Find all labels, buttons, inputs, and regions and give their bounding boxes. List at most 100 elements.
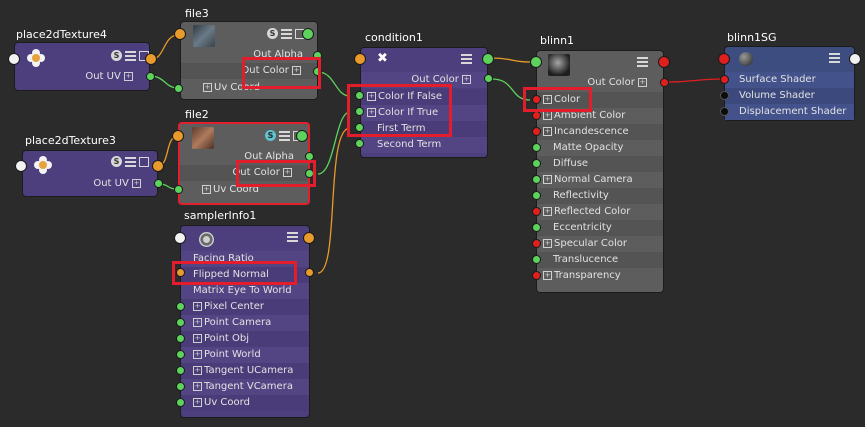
- expand-icon[interactable]: +: [193, 301, 202, 311]
- attribute-list-icon[interactable]: [287, 232, 298, 242]
- plug-samplerInfo1-out[interactable]: [303, 232, 315, 244]
- attr-diffuse[interactable]: Diffuse: [537, 156, 663, 172]
- expand-icon[interactable]: +: [193, 317, 202, 327]
- plug-diffuse[interactable]: [532, 159, 541, 168]
- plug-volume-shader[interactable]: [720, 91, 729, 100]
- plug-place2dTexture3-in[interactable]: [15, 160, 27, 172]
- expand-icon[interactable]: +: [193, 397, 202, 407]
- attr-out-uv[interactable]: Out UV +: [23, 176, 157, 192]
- attr-reflected-color[interactable]: + Reflected Color: [537, 204, 663, 220]
- expand-icon[interactable]: +: [462, 74, 471, 84]
- plug-condition1-out-color[interactable]: [484, 74, 493, 83]
- plug-point-obj[interactable]: [176, 334, 185, 343]
- attr-matte-opacity[interactable]: Matte Opacity: [537, 140, 663, 156]
- plug-place2dTexture3-out[interactable]: [152, 160, 164, 172]
- plug-tangent-ucamera[interactable]: [176, 366, 185, 375]
- plug-blinn1-in[interactable]: [530, 56, 542, 68]
- plug-blinn1-out-color[interactable]: [660, 78, 669, 87]
- attribute-list-icon[interactable]: [461, 54, 472, 64]
- plug-specular-color[interactable]: [532, 239, 541, 248]
- attr-volume-shader[interactable]: Volume Shader: [725, 88, 854, 104]
- plug-reflected-color[interactable]: [532, 207, 541, 216]
- attr-uv-coord[interactable]: + Uv Coord: [181, 395, 309, 411]
- node-place2dTexture4[interactable]: S Out UV +: [14, 42, 150, 91]
- attribute-list-icon[interactable]: [279, 131, 290, 141]
- attribute-list-icon[interactable]: [125, 157, 136, 167]
- attr-pixel-center[interactable]: + Pixel Center: [181, 299, 309, 315]
- plug-reflectivity[interactable]: [532, 191, 541, 200]
- attr-tangent-ucamera[interactable]: + Tangent UCamera: [181, 363, 309, 379]
- plug-translucence[interactable]: [532, 255, 541, 264]
- attr-transparency[interactable]: + Transparency: [537, 268, 663, 284]
- maximize-icon[interactable]: [139, 157, 149, 167]
- plug-blinn1-out[interactable]: [658, 56, 670, 68]
- plug-file2-uv-coord[interactable]: [174, 185, 183, 194]
- plug-file2-out[interactable]: [296, 130, 308, 142]
- node-place2dTexture3[interactable]: S Out UV +: [22, 150, 158, 197]
- node-blinn1SG[interactable]: Surface Shader Volume Shader Displacemen…: [724, 46, 855, 121]
- plug-incandescence[interactable]: [532, 127, 541, 136]
- expand-icon[interactable]: +: [543, 126, 552, 136]
- plug-place2dTexture3-out-uv[interactable]: [154, 179, 163, 188]
- attr-specular-color[interactable]: + Specular Color: [537, 236, 663, 252]
- plug-blinn1SG-in[interactable]: [718, 53, 730, 65]
- plug-pixel-center[interactable]: [176, 302, 185, 311]
- plug-place2dTexture4-out-uv[interactable]: [146, 72, 155, 81]
- attribute-list-icon[interactable]: [281, 29, 292, 39]
- plug-file3-in[interactable]: [174, 28, 186, 40]
- expand-icon[interactable]: +: [202, 184, 211, 194]
- attribute-list-icon[interactable]: [637, 57, 648, 67]
- attr-point-camera[interactable]: + Point Camera: [181, 315, 309, 331]
- attr-surface-shader[interactable]: Surface Shader: [725, 72, 854, 88]
- attr-point-obj[interactable]: + Point Obj: [181, 331, 309, 347]
- attr-eccentricity[interactable]: Eccentricity: [537, 220, 663, 236]
- attr-normal-camera[interactable]: + Normal Camera: [537, 172, 663, 188]
- plug-normal-camera[interactable]: [532, 175, 541, 184]
- expand-icon[interactable]: +: [543, 270, 552, 280]
- expand-icon[interactable]: +: [124, 71, 133, 81]
- attr-translucence[interactable]: Translucence: [537, 252, 663, 268]
- attr-reflectivity[interactable]: Reflectivity: [537, 188, 663, 204]
- plug-place2dTexture4-in[interactable]: [8, 53, 20, 65]
- expand-icon[interactable]: +: [543, 206, 552, 216]
- attr-out-uv[interactable]: Out UV +: [15, 69, 149, 85]
- expand-icon[interactable]: +: [132, 178, 141, 188]
- swatch-icon[interactable]: S: [111, 50, 122, 61]
- swatch-icon[interactable]: S: [267, 28, 278, 39]
- expand-icon[interactable]: +: [203, 82, 212, 92]
- plug-ambient-color[interactable]: [532, 111, 541, 120]
- plug-uv-coord[interactable]: [176, 398, 185, 407]
- plug-surface-shader[interactable]: [720, 75, 729, 84]
- expand-icon[interactable]: +: [193, 381, 202, 391]
- attr-point-world[interactable]: + Point World: [181, 347, 309, 363]
- plug-displacement-shader[interactable]: [720, 107, 729, 116]
- swatch-icon[interactable]: S: [111, 156, 122, 167]
- plug-file2-in[interactable]: [172, 130, 184, 142]
- expand-icon[interactable]: +: [543, 238, 552, 248]
- node-samplerInfo1[interactable]: Facing Ratio Flipped Normal Matrix Eye T…: [180, 225, 310, 418]
- expand-icon[interactable]: +: [638, 77, 647, 87]
- attr-displacement-shader[interactable]: Displacement Shader: [725, 104, 854, 120]
- plug-condition1-out[interactable]: [482, 53, 494, 65]
- plug-eccentricity[interactable]: [532, 223, 541, 232]
- plug-place2dTexture4-out[interactable]: [145, 53, 157, 65]
- attr-incandescence[interactable]: + Incandescence: [537, 124, 663, 140]
- plug-point-camera[interactable]: [176, 318, 185, 327]
- attr-tangent-vcamera[interactable]: + Tangent VCamera: [181, 379, 309, 395]
- plug-file3-uv-coord[interactable]: [174, 84, 183, 93]
- plug-file3-out[interactable]: [302, 28, 314, 40]
- expand-icon[interactable]: +: [193, 365, 202, 375]
- expand-icon[interactable]: +: [193, 333, 202, 343]
- plug-matte-opacity[interactable]: [532, 143, 541, 152]
- plug-flipped-normal-out[interactable]: [305, 268, 314, 277]
- attribute-list-icon[interactable]: [125, 51, 136, 61]
- plug-condition1-in[interactable]: [354, 53, 366, 65]
- plug-blinn1SG-out[interactable]: [849, 53, 861, 65]
- plug-transparency[interactable]: [532, 271, 541, 280]
- attribute-list-icon[interactable]: [829, 53, 840, 63]
- plug-point-world[interactable]: [176, 350, 185, 359]
- attr-second-term[interactable]: Second Term: [361, 137, 487, 153]
- attr-matrix-eye-to-world[interactable]: Matrix Eye To World: [181, 283, 309, 299]
- plug-tangent-vcamera[interactable]: [176, 382, 185, 391]
- plug-second-term[interactable]: [355, 139, 364, 148]
